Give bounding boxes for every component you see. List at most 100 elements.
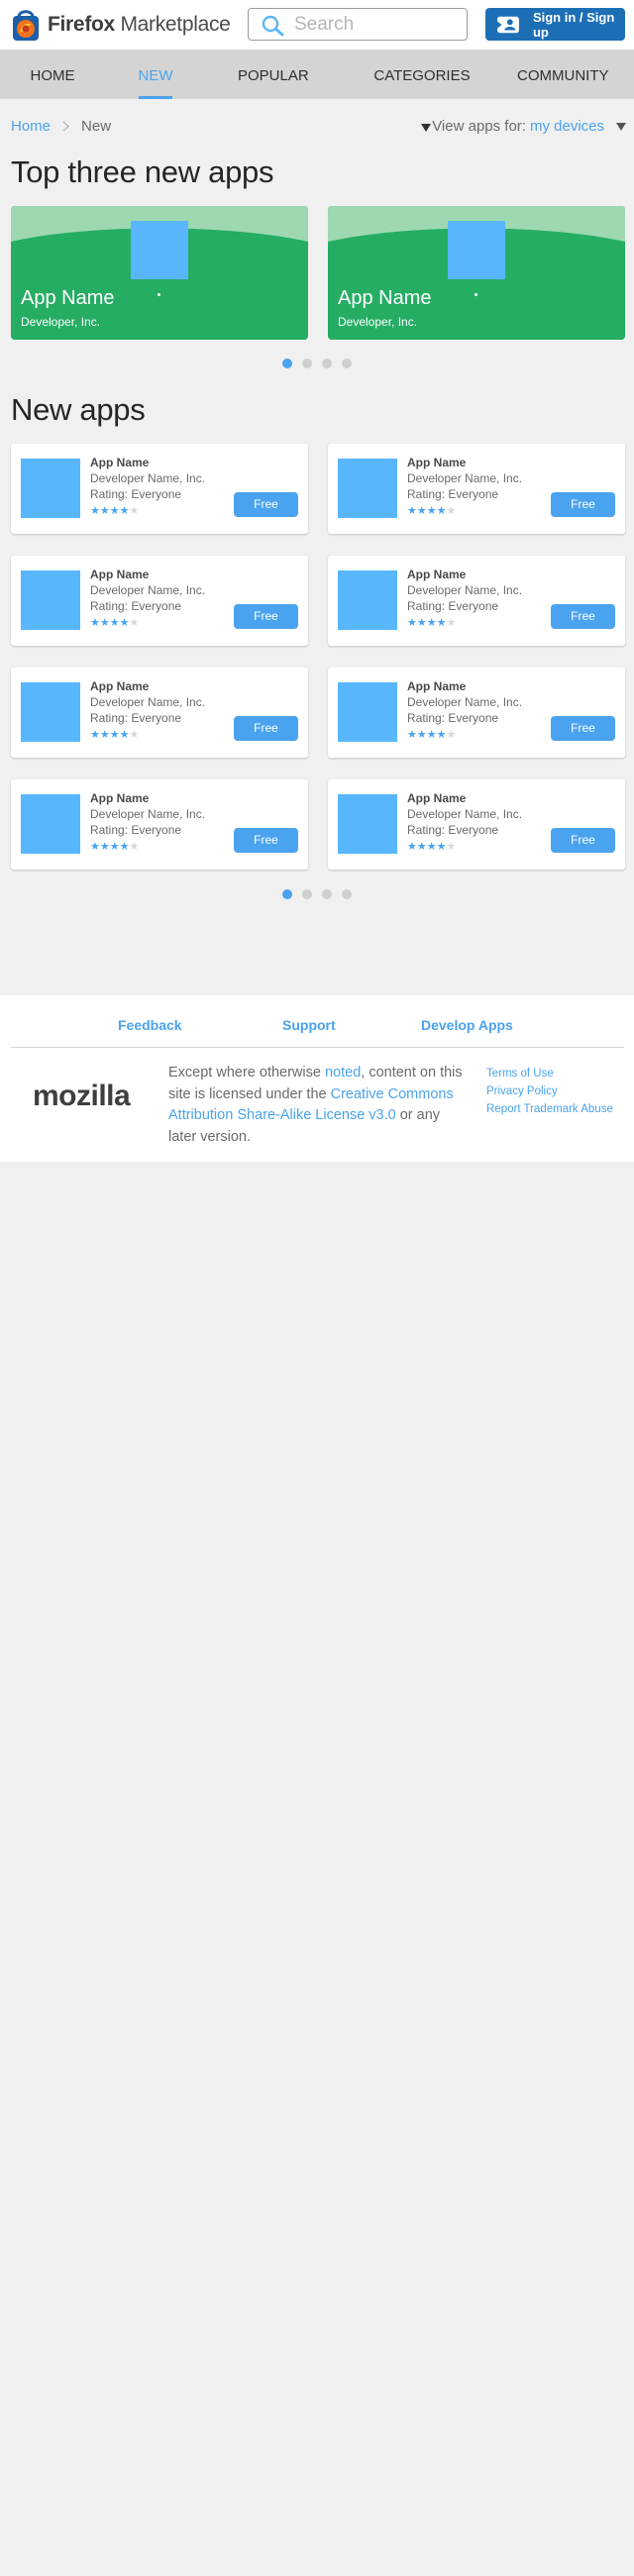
nav-community[interactable]: Community <box>517 50 609 99</box>
app-rating: Rating: Everyone <box>90 711 182 725</box>
app-card[interactable]: App Name Developer Name, Inc. Rating: Ev… <box>328 444 625 534</box>
app-rating: Rating: Everyone <box>90 599 182 613</box>
featured-app-name: App Name <box>21 287 115 309</box>
license-text-part: Except where otherwise <box>168 1065 325 1081</box>
star-icon: ★★★★ <box>90 729 130 741</box>
report-trademark-abuse-link[interactable]: Report Trademark Abuse <box>486 1100 613 1118</box>
star-rating: ★★★★★ <box>407 840 456 853</box>
app-name: App Name <box>407 679 467 693</box>
device-filter-label: View apps for: <box>432 118 526 135</box>
install-button[interactable]: Free <box>234 828 298 853</box>
app-name: App Name <box>407 456 467 469</box>
new-apps-pager <box>282 889 352 899</box>
app-rating: Rating: Everyone <box>407 711 499 725</box>
app-name: App Name <box>407 791 467 805</box>
app-developer: Developer Name, Inc. <box>407 807 523 821</box>
device-filter-value[interactable]: my devices <box>530 118 604 135</box>
install-button[interactable]: Free <box>234 492 298 517</box>
app-rating: Rating: Everyone <box>407 823 499 837</box>
install-button[interactable]: Free <box>234 716 298 741</box>
star-icon: ★★★★ <box>90 505 130 517</box>
app-card[interactable]: App Name Developer Name, Inc. Rating: Ev… <box>11 668 308 758</box>
brand-logo[interactable]: Firefox Marketplace <box>10 8 231 42</box>
app-card[interactable]: App Name Developer Name, Inc. Rating: Ev… <box>328 668 625 758</box>
star-icon: ★★★★ <box>90 617 130 629</box>
star-rating: ★★★★★ <box>90 728 139 741</box>
app-card[interactable]: App Name Developer Name, Inc. Rating: Ev… <box>11 444 308 534</box>
star-icon: ★★★★ <box>90 841 130 853</box>
app-icon <box>338 459 397 518</box>
pager-dot-3[interactable] <box>322 889 332 899</box>
signin-button[interactable]: Sign in / Sign up <box>485 8 625 41</box>
featured-app-icon <box>131 221 188 279</box>
nav-new-label: New <box>138 67 173 84</box>
pager-dot-1[interactable] <box>282 359 292 368</box>
nav-popular-label: Popular <box>238 67 309 84</box>
featured-card[interactable]: App Name Developer, Inc. <box>328 206 625 340</box>
install-button[interactable]: Free <box>551 716 615 741</box>
star-icon: ★ <box>446 617 457 629</box>
nav-categories[interactable]: Categories <box>369 50 476 132</box>
signin-label: Sign in / Sign up <box>532 9 615 40</box>
license-text: Except where otherwise noted, content on… <box>168 1063 466 1148</box>
device-filter[interactable]: View apps for: my devices <box>432 118 626 135</box>
app-name: App Name <box>90 567 150 581</box>
star-icon: ★★★★ <box>407 617 447 629</box>
star-icon: ★ <box>446 505 457 517</box>
install-button[interactable]: Free <box>551 492 615 517</box>
nav-new[interactable]: New <box>137 50 174 99</box>
privacy-policy-link[interactable]: Privacy Policy <box>486 1082 613 1100</box>
pager-dot-4[interactable] <box>342 889 352 899</box>
footer-divider <box>11 1047 624 1048</box>
nav-home[interactable]: Home <box>28 50 77 99</box>
nav-popular[interactable]: Popular <box>238 50 309 99</box>
terms-of-use-link[interactable]: Terms of Use <box>486 1065 613 1082</box>
pager-dot-2[interactable] <box>302 359 312 368</box>
app-rating: Rating: Everyone <box>90 823 182 837</box>
footer-link-develop-apps[interactable]: Develop Apps <box>421 1017 513 1033</box>
pager-dot-4[interactable] <box>342 359 352 368</box>
star-rating: ★★★★★ <box>407 616 456 629</box>
install-button[interactable]: Free <box>551 828 615 853</box>
featured-pager <box>282 359 352 368</box>
star-icon: ★★★★ <box>407 505 447 517</box>
new-apps-heading: New apps <box>11 392 146 427</box>
search-input[interactable] <box>294 13 458 37</box>
star-icon: ★ <box>129 617 140 629</box>
install-button[interactable]: Free <box>234 604 298 629</box>
install-button[interactable]: Free <box>551 604 615 629</box>
app-rating: Rating: Everyone <box>90 487 182 501</box>
app-card[interactable]: App Name Developer Name, Inc. Rating: Ev… <box>328 556 625 646</box>
breadcrumb-home[interactable]: Home <box>11 118 51 135</box>
app-card[interactable]: App Name Developer Name, Inc. Rating: Ev… <box>328 779 625 870</box>
featured-app-icon <box>448 221 505 279</box>
pager-dot-1[interactable] <box>282 889 292 899</box>
app-rating: Rating: Everyone <box>407 599 499 613</box>
persona-user-icon <box>497 16 519 33</box>
app-developer: Developer Name, Inc. <box>90 583 206 597</box>
pager-dot-2[interactable] <box>302 889 312 899</box>
caret-down-icon <box>421 124 431 132</box>
star-icon: ★ <box>446 841 457 853</box>
featured-app-developer: Developer, Inc. <box>338 315 418 329</box>
featured-app-developer: Developer, Inc. <box>21 315 101 329</box>
firefox-marketplace-bag-icon <box>13 10 39 41</box>
featured-card[interactable]: App Name Developer, Inc. <box>11 206 308 340</box>
footer-link-feedback[interactable]: Feedback <box>118 1017 182 1033</box>
star-icon: ★ <box>129 841 140 853</box>
search-box[interactable] <box>248 8 468 41</box>
app-developer: Developer Name, Inc. <box>407 471 523 485</box>
star-icon: ★ <box>446 729 457 741</box>
star-rating: ★★★★★ <box>90 504 139 517</box>
star-icon: ★ <box>129 729 140 741</box>
app-card[interactable]: App Name Developer Name, Inc. Rating: Ev… <box>11 556 308 646</box>
featured-dot <box>158 293 160 296</box>
caret-down-icon[interactable] <box>616 122 626 131</box>
app-card[interactable]: App Name Developer Name, Inc. Rating: Ev… <box>11 779 308 870</box>
mozilla-logo[interactable]: mozilla <box>33 1080 131 1113</box>
breadcrumb: Home New <box>11 118 111 135</box>
pager-dot-3[interactable] <box>322 359 332 368</box>
license-noted-link[interactable]: noted <box>325 1065 361 1081</box>
footer-link-support[interactable]: Support <box>282 1017 336 1033</box>
app-icon <box>338 570 397 630</box>
